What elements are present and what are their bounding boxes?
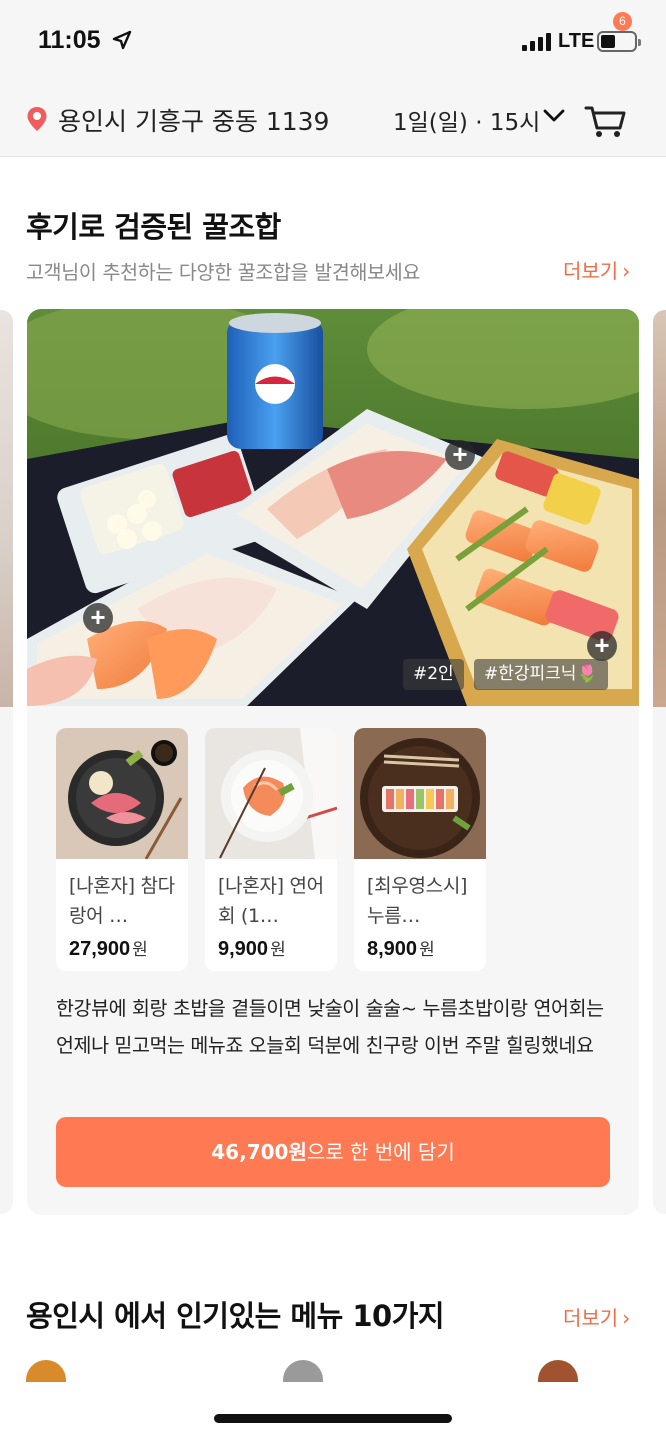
product-name: [나혼자] 연어회 (1… xyxy=(218,875,324,927)
add-item-button[interactable]: + xyxy=(587,631,617,661)
product-name: [나혼자] 참다랑어 … xyxy=(69,875,175,927)
product-price: 27,900 원 xyxy=(69,938,148,960)
see-more-label: 더보기 xyxy=(563,1306,619,1330)
location-arrow-icon xyxy=(112,30,132,50)
chevron-right-icon: › xyxy=(622,1306,631,1330)
chevron-right-icon: › xyxy=(622,259,631,283)
home-indicator[interactable] xyxy=(214,1414,452,1423)
rank-medal-icon xyxy=(283,1360,323,1382)
network-label: LTE xyxy=(558,30,595,52)
product-price: 9,900 원 xyxy=(218,938,286,960)
section-subtitle: 고객님이 추천하는 다양한 꿀조합을 발견해보세요 xyxy=(26,261,421,284)
add-item-button[interactable]: + xyxy=(83,603,113,633)
product-image xyxy=(354,728,486,859)
hashtag-badge: #2인 xyxy=(403,659,464,690)
product-name: [최우영스시] 누름… xyxy=(367,875,468,927)
combo-card: + + + #2인 #한강피크닉🌷 [나혼자] 참다랑어 … 27,900원 xyxy=(27,309,639,1215)
rank-medal-icon xyxy=(26,1360,66,1382)
add-item-button[interactable]: + xyxy=(445,440,475,470)
cta-amount: 46,700원 xyxy=(211,1140,307,1164)
prev-card-peek[interactable] xyxy=(0,310,13,1214)
see-more-label: 더보기 xyxy=(563,259,619,283)
battery-icon xyxy=(597,31,641,52)
see-more-link[interactable]: 더보기 › xyxy=(563,255,630,284)
cart-icon[interactable] xyxy=(584,100,628,140)
cart-count-badge: 6 xyxy=(613,12,632,31)
chevron-down-icon[interactable] xyxy=(542,108,566,124)
next-card-peek[interactable] xyxy=(653,310,666,1214)
product-image xyxy=(56,728,188,859)
rank-medal-icon xyxy=(538,1360,578,1382)
section-title: 후기로 검증된 꿀조합 xyxy=(26,210,281,244)
product-image xyxy=(205,728,337,859)
delivery-address[interactable]: 용인시 기흥구 중동 1139 xyxy=(58,102,329,138)
product-card[interactable]: [나혼자] 참다랑어 … 27,900 원 xyxy=(56,728,188,971)
delivery-time-selector[interactable]: 1일(일) · 15시 xyxy=(393,103,540,137)
combo-hero-image xyxy=(27,309,639,706)
product-card[interactable]: [최우영스시] 누름… 8,900 원 xyxy=(354,728,486,971)
product-card[interactable]: [나혼자] 연어회 (1… 9,900 원 xyxy=(205,728,337,971)
see-more-link[interactable]: 더보기 › xyxy=(563,1302,630,1331)
review-text: 한강뷰에 회랑 초밥을 곁들이면 낮술이 술술~ 누름초밥이랑 연어회는 언제나… xyxy=(56,997,604,1057)
product-price: 8,900 원 xyxy=(367,938,435,960)
section-title: 용인시 에서 인기있는 메뉴 10가지 xyxy=(26,1299,445,1333)
status-time: 11:05 xyxy=(38,26,101,54)
status-bar: 11:05 LTE xyxy=(0,0,666,84)
location-pin-icon[interactable] xyxy=(26,106,48,132)
hashtag-badge: #한강피크닉🌷 xyxy=(474,659,608,690)
add-all-to-cart-button[interactable]: 46,700원으로 한 번에 담기 xyxy=(56,1117,610,1187)
signal-icon xyxy=(522,33,552,51)
app-header: 용인시 기흥구 중동 1139 1일(일) · 15시 xyxy=(0,84,666,157)
cta-label: 으로 한 번에 담기 xyxy=(306,1140,455,1164)
